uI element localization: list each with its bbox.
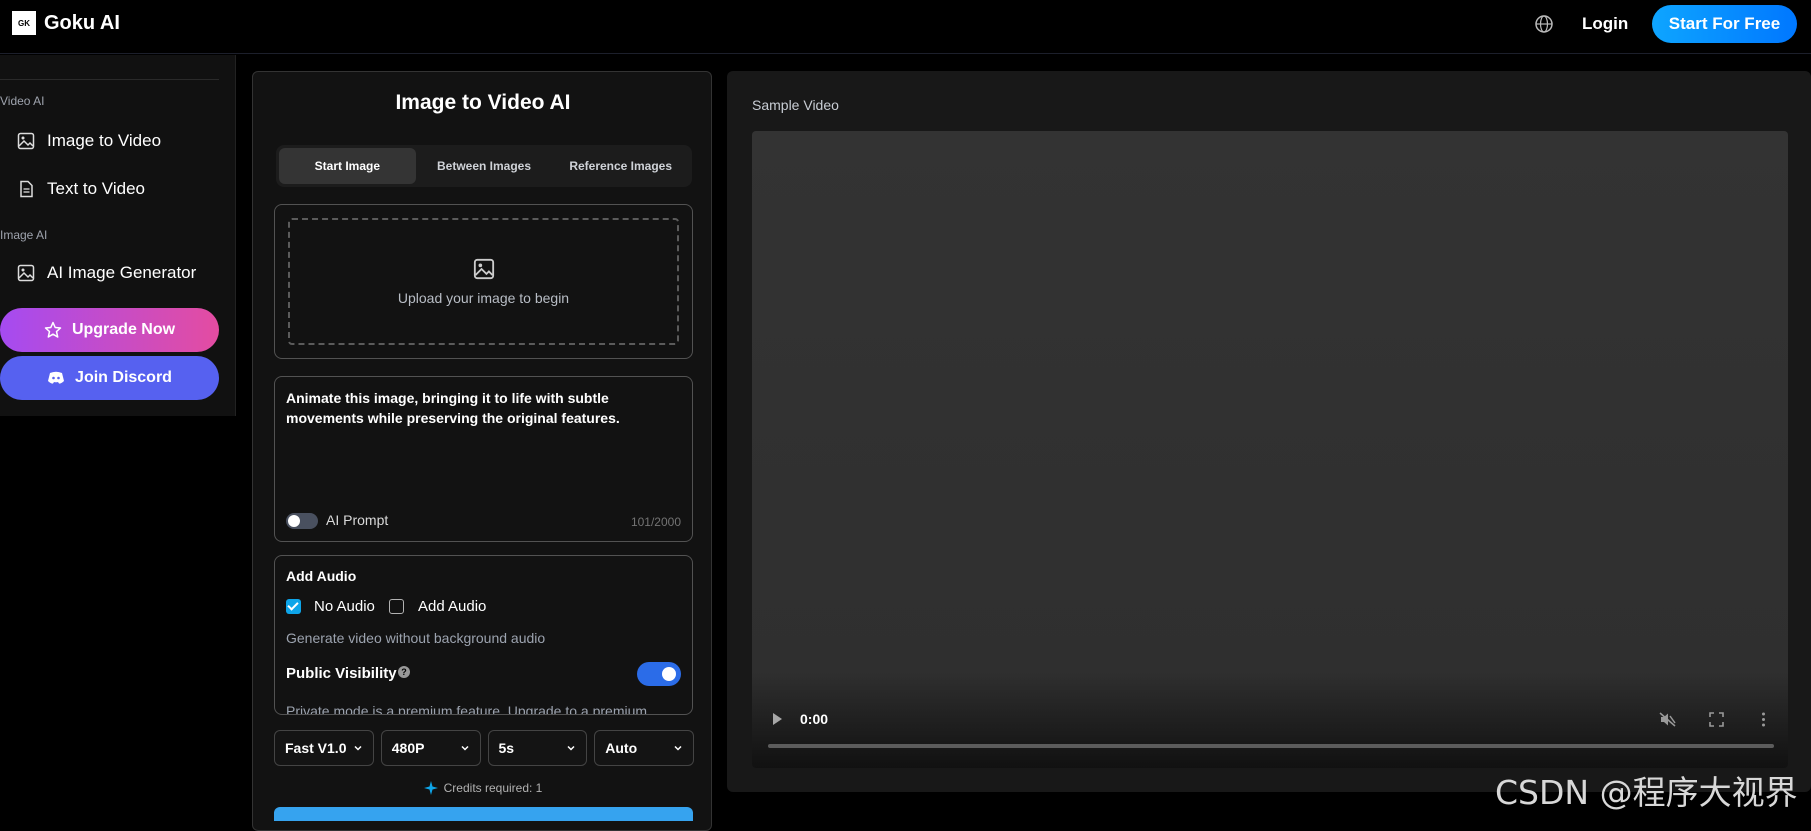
login-link[interactable]: Login (1582, 14, 1628, 34)
sample-video-panel: Sample Video 0:00 (727, 71, 1811, 792)
resolution-select[interactable]: 480P (380, 730, 481, 766)
sidebar-item-label: Image to Video (47, 131, 162, 150)
chevron-down-icon (354, 745, 362, 751)
video-player[interactable]: 0:00 (752, 131, 1788, 768)
sidebar-heading-video: Video AI (0, 94, 45, 108)
play-icon[interactable] (773, 713, 782, 725)
top-bar: GK Goku AI Login Start For Free (0, 0, 1811, 54)
ai-prompt-label: AI Prompt (326, 512, 389, 528)
aspect-select[interactable]: Auto (594, 730, 694, 766)
help-icon[interactable]: ? (398, 666, 410, 678)
model-select-value: Fast V1.0 (285, 740, 347, 756)
add-audio-label[interactable]: Add Audio (418, 598, 486, 615)
duration-select-value: 5s (498, 740, 515, 756)
public-visibility-label: Public Visibility (286, 665, 397, 682)
prompt-text[interactable]: Animate this image, bringing it to life … (286, 388, 671, 428)
upload-area[interactable]: Upload your image to begin (274, 204, 693, 359)
more-options-icon[interactable] (1755, 711, 1772, 728)
character-count: 101/2000 (630, 515, 681, 529)
globe-icon[interactable] (1534, 14, 1554, 34)
audio-description: Generate video without background audio (286, 630, 546, 646)
sidebar-item-ai-image-generator[interactable]: AI Image Generator (17, 263, 196, 283)
chevron-down-icon (674, 745, 682, 751)
sidebar: Video AI Image to Video Text to Video Im… (0, 55, 236, 416)
video-progress-bar[interactable] (768, 744, 1774, 748)
logo-mark-icon: GK (12, 11, 36, 35)
chevron-down-icon (460, 745, 469, 751)
tab-between-images[interactable]: Between Images (416, 148, 553, 184)
sidebar-item-label: Text to Video (47, 179, 145, 198)
prompt-textarea[interactable]: Animate this image, bringing it to life … (274, 376, 693, 542)
upgrade-now-label: Upgrade Now (71, 321, 176, 338)
add-audio-heading: Add Audio (286, 568, 357, 584)
document-icon (20, 180, 33, 198)
audio-settings: Add Audio No Audio Add Audio Generate vi… (274, 555, 693, 715)
join-discord-label: Join Discord (75, 369, 172, 386)
upload-dropzone[interactable]: Upload your image to begin (288, 218, 679, 345)
credits-info: Credits required: 1 (253, 781, 713, 795)
mute-icon[interactable] (1659, 711, 1676, 728)
chevron-down-icon (567, 745, 575, 751)
panel-title: Image to Video AI (395, 91, 571, 114)
fullscreen-icon[interactable] (1708, 711, 1725, 728)
aspect-select-value: Auto (605, 740, 638, 756)
model-select[interactable]: Fast V1.0 (274, 730, 374, 766)
start-for-free-button[interactable]: Start For Free (1652, 5, 1797, 43)
image-icon (473, 258, 494, 279)
sidebar-item-label: AI Image Generator (47, 263, 197, 282)
upload-prompt-text: Upload your image to begin (397, 289, 570, 306)
discord-icon (48, 371, 65, 384)
tab-start-image[interactable]: Start Image (279, 148, 416, 184)
join-discord-button[interactable]: Join Discord (0, 356, 219, 400)
brand-logo[interactable]: GK Goku AI (12, 11, 120, 35)
public-visibility-toggle[interactable] (637, 662, 681, 686)
resolution-select-value: 480P (391, 740, 425, 756)
mode-tabs: Start Image Between Images Reference Ima… (276, 145, 692, 187)
sidebar-item-text-to-video[interactable]: Text to Video (17, 179, 145, 199)
image-icon (17, 264, 35, 282)
sidebar-item-image-to-video[interactable]: Image to Video (17, 131, 161, 151)
add-audio-checkbox[interactable] (389, 599, 404, 614)
options-row: Fast V1.0 480P 5s Auto (274, 730, 694, 766)
duration-select[interactable]: 5s (487, 730, 588, 766)
private-mode-note: Private mode is a premium feature. Upgra… (286, 703, 648, 715)
upgrade-now-button[interactable]: Upgrade Now (0, 308, 219, 352)
credits-required: Credits required: 1 (443, 781, 543, 795)
tab-reference-images[interactable]: Reference Images (552, 148, 689, 184)
watermark: CSDN @程序大视界 (1495, 773, 1798, 812)
sidebar-heading-image: Image AI (0, 228, 48, 242)
ai-prompt-toggle[interactable] (286, 513, 318, 529)
video-time: 0:00 (800, 711, 829, 727)
app-name: Goku AI (44, 11, 120, 34)
no-audio-checkbox[interactable] (286, 599, 301, 614)
sample-video-label: Sample Video (752, 97, 839, 113)
generator-panel: Image to Video AI Start Image Between Im… (252, 71, 712, 831)
star-icon (44, 321, 62, 338)
sidebar-divider (0, 79, 219, 80)
sparkle-icon (423, 781, 438, 795)
image-icon (17, 132, 35, 150)
no-audio-label[interactable]: No Audio (314, 598, 375, 615)
